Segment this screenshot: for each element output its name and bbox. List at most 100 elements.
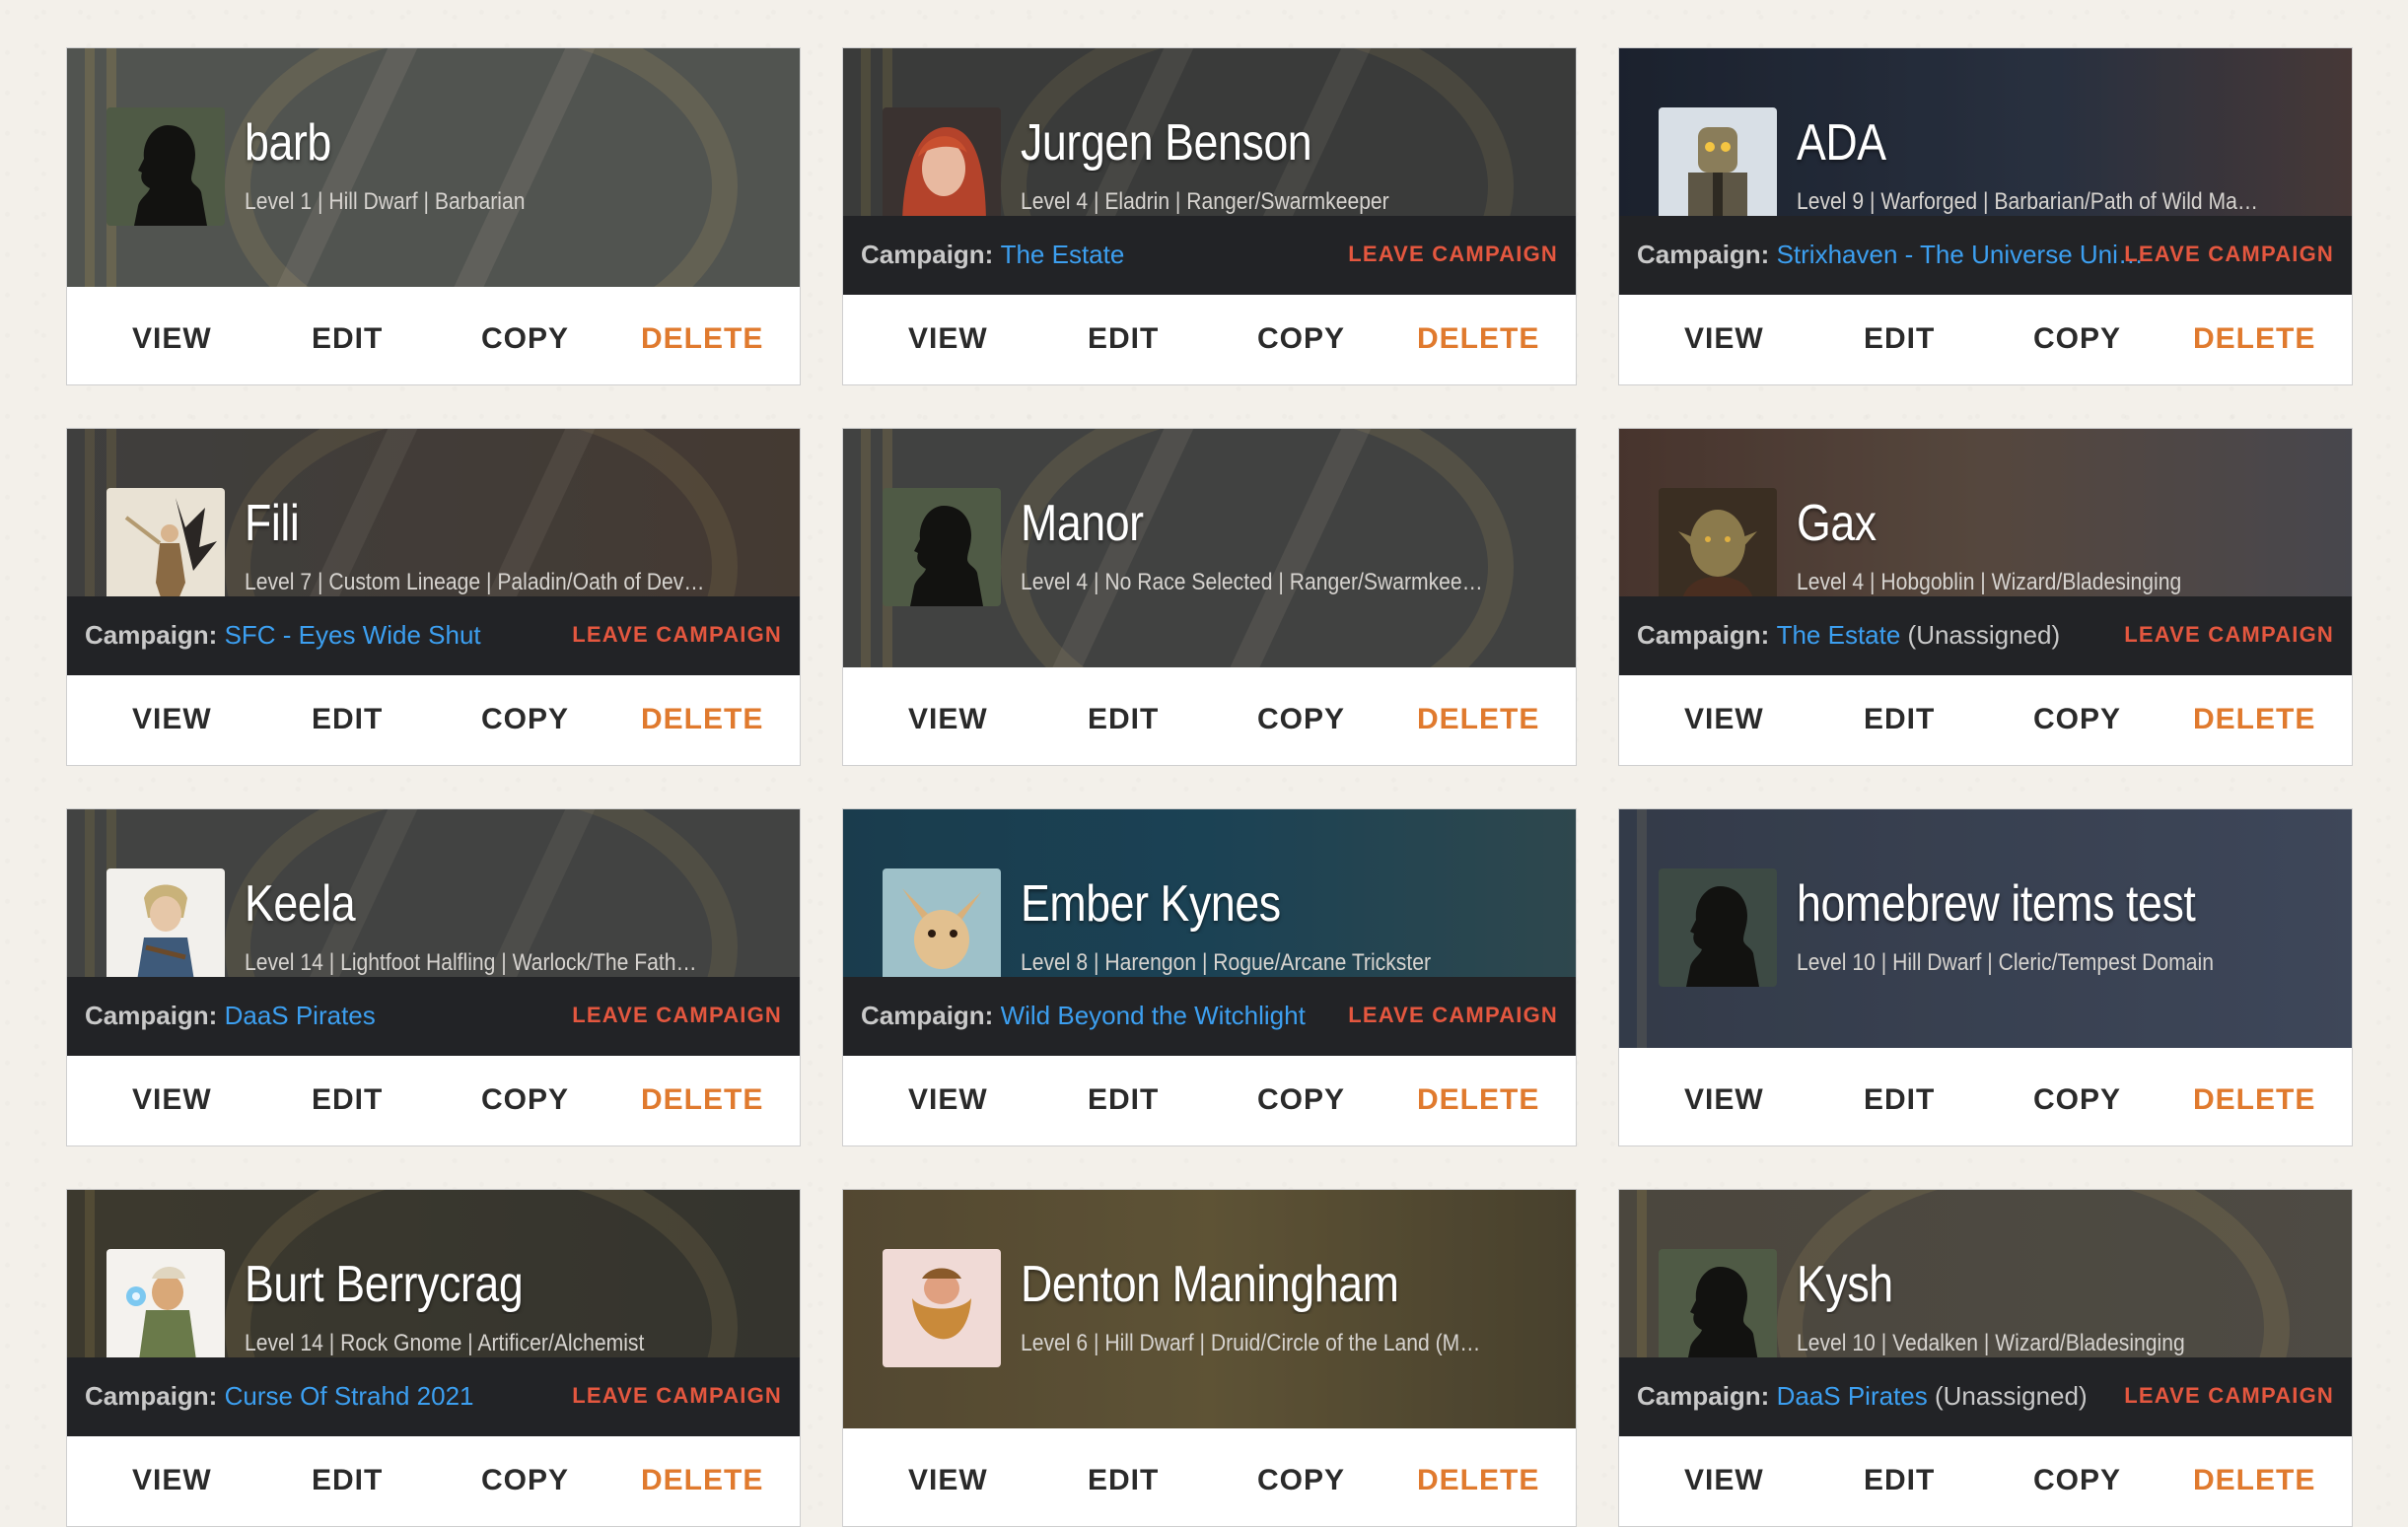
campaign-link[interactable]: DaaS Pirates [225, 1001, 376, 1030]
character-details: Level 4 | Eladrin | Ranger/Swarmkeeper [1021, 188, 1389, 215]
character-name[interactable]: Kysh [1797, 1255, 2257, 1314]
edit-button[interactable]: EDIT [312, 674, 383, 765]
delete-button[interactable]: DELETE [641, 1055, 763, 1145]
character-details: Level 4 | Hobgoblin | Wizard/Bladesingin… [1797, 569, 2182, 595]
character-details: Level 10 | Vedalken | Wizard/Bladesingin… [1797, 1330, 2185, 1356]
view-button[interactable]: VIEW [1684, 1435, 1764, 1526]
leave-campaign-button[interactable]: LEAVE CAMPAIGN [2124, 1357, 2334, 1434]
copy-button[interactable]: COPY [2033, 1055, 2121, 1145]
character-name[interactable]: ADA [1797, 113, 2257, 173]
campaign-link[interactable]: The Estate [1777, 620, 1901, 650]
silhouette-portrait-icon[interactable] [883, 488, 1001, 606]
delete-button[interactable]: DELETE [641, 674, 763, 765]
edit-button[interactable]: EDIT [312, 1055, 383, 1145]
copy-button[interactable]: COPY [481, 1435, 569, 1526]
character-name[interactable]: Fili [245, 494, 705, 553]
copy-button[interactable]: COPY [1257, 1055, 1345, 1145]
copy-button[interactable]: COPY [1257, 1435, 1345, 1526]
campaign-link[interactable]: DaaS Pirates [1777, 1381, 1928, 1411]
character-card: Kysh Level 10 | Vedalken | Wizard/Blades… [1618, 1189, 2353, 1527]
delete-button[interactable]: DELETE [2193, 294, 2315, 384]
copy-button[interactable]: COPY [2033, 294, 2121, 384]
view-button[interactable]: VIEW [132, 674, 212, 765]
copy-button[interactable]: COPY [2033, 674, 2121, 765]
campaign-label: Campaign: [85, 1381, 218, 1411]
campaign-link[interactable]: Wild Beyond the Witchlight [1001, 1001, 1306, 1030]
delete-button[interactable]: DELETE [2193, 674, 2315, 765]
character-name[interactable]: Ember Kynes [1021, 874, 1481, 934]
campaign-label: Campaign: [1637, 620, 1770, 650]
edit-button[interactable]: EDIT [1864, 1435, 1935, 1526]
delete-button[interactable]: DELETE [2193, 1055, 2315, 1145]
view-button[interactable]: VIEW [1684, 1055, 1764, 1145]
hobgoblin-portrait-icon[interactable] [1659, 488, 1777, 606]
silhouette-portrait-icon[interactable] [1659, 1249, 1777, 1367]
view-button[interactable]: VIEW [132, 1055, 212, 1145]
delete-button[interactable]: DELETE [1417, 1055, 1539, 1145]
leave-campaign-button[interactable]: LEAVE CAMPAIGN [572, 1357, 782, 1434]
delete-button[interactable]: DELETE [641, 1435, 763, 1526]
edit-button[interactable]: EDIT [1864, 1055, 1935, 1145]
silhouette-portrait-icon[interactable] [106, 107, 225, 226]
character-name[interactable]: Keela [245, 874, 705, 934]
delete-button[interactable]: DELETE [641, 294, 763, 384]
view-button[interactable]: VIEW [132, 294, 212, 384]
edit-button[interactable]: EDIT [1864, 294, 1935, 384]
view-button[interactable]: VIEW [908, 674, 988, 765]
character-name[interactable]: Denton Maningham [1021, 1255, 1481, 1314]
copy-button[interactable]: COPY [481, 294, 569, 384]
leave-campaign-button[interactable]: LEAVE CAMPAIGN [1348, 216, 1558, 293]
halfling-portrait-icon[interactable] [106, 868, 225, 987]
card-banner: barb Level 1 | Hill Dwarf | Barbarian [67, 48, 800, 287]
leave-campaign-button[interactable]: LEAVE CAMPAIGN [1348, 977, 1558, 1054]
character-name[interactable]: Jurgen Benson [1021, 113, 1481, 173]
view-button[interactable]: VIEW [132, 1435, 212, 1526]
edit-button[interactable]: EDIT [1864, 674, 1935, 765]
robot-portrait-icon[interactable] [1659, 107, 1777, 226]
character-card: Burt Berrycrag Level 14 | Rock Gnome | A… [66, 1189, 801, 1527]
leave-campaign-button[interactable]: LEAVE CAMPAIGN [572, 977, 782, 1054]
character-name[interactable]: Burt Berrycrag [245, 1255, 705, 1314]
silhouette-portrait-icon[interactable] [1659, 868, 1777, 987]
edit-button[interactable]: EDIT [1088, 674, 1159, 765]
delete-button[interactable]: DELETE [1417, 674, 1539, 765]
card-actions: VIEW EDIT COPY DELETE [1619, 1055, 2352, 1145]
view-button[interactable]: VIEW [908, 294, 988, 384]
edit-button[interactable]: EDIT [1088, 294, 1159, 384]
gnome-portrait-icon[interactable] [106, 1249, 225, 1367]
winged-warrior-portrait-icon[interactable] [106, 488, 225, 606]
delete-button[interactable]: DELETE [1417, 1435, 1539, 1526]
character-name[interactable]: Gax [1797, 494, 2257, 553]
view-button[interactable]: VIEW [908, 1055, 988, 1145]
copy-button[interactable]: COPY [481, 674, 569, 765]
character-name[interactable]: barb [245, 113, 705, 173]
leave-campaign-button[interactable]: LEAVE CAMPAIGN [572, 596, 782, 673]
dwarf-portrait-icon[interactable] [883, 1249, 1001, 1367]
campaign-link[interactable]: Strixhaven - The Universe Uni… [1777, 240, 2144, 269]
campaign-link[interactable]: SFC - Eyes Wide Shut [225, 620, 481, 650]
delete-button[interactable]: DELETE [1417, 294, 1539, 384]
edit-button[interactable]: EDIT [1088, 1055, 1159, 1145]
edit-button[interactable]: EDIT [312, 294, 383, 384]
character-name[interactable]: Manor [1021, 494, 1481, 553]
copy-button[interactable]: COPY [1257, 294, 1345, 384]
campaign-link[interactable]: The Estate [1001, 240, 1125, 269]
campaign-link[interactable]: Curse Of Strahd 2021 [225, 1381, 474, 1411]
copy-button[interactable]: COPY [2033, 1435, 2121, 1526]
view-button[interactable]: VIEW [1684, 294, 1764, 384]
view-button[interactable]: VIEW [908, 1435, 988, 1526]
character-name[interactable]: homebrew items test [1797, 874, 2257, 934]
red-haired-elf-portrait-icon[interactable] [883, 107, 1001, 226]
edit-button[interactable]: EDIT [1088, 1435, 1159, 1526]
view-button[interactable]: VIEW [1684, 674, 1764, 765]
rabbit-portrait-icon[interactable] [883, 868, 1001, 987]
character-card: homebrew items test Level 10 | Hill Dwar… [1618, 808, 2353, 1146]
campaign-label: Campaign: [1637, 1381, 1770, 1411]
delete-button[interactable]: DELETE [2193, 1435, 2315, 1526]
edit-button[interactable]: EDIT [312, 1435, 383, 1526]
copy-button[interactable]: COPY [481, 1055, 569, 1145]
copy-button[interactable]: COPY [1257, 674, 1345, 765]
campaign-label: Campaign: [85, 620, 218, 650]
leave-campaign-button[interactable]: LEAVE CAMPAIGN [2124, 596, 2334, 673]
leave-campaign-button[interactable]: LEAVE CAMPAIGN [2124, 216, 2334, 293]
